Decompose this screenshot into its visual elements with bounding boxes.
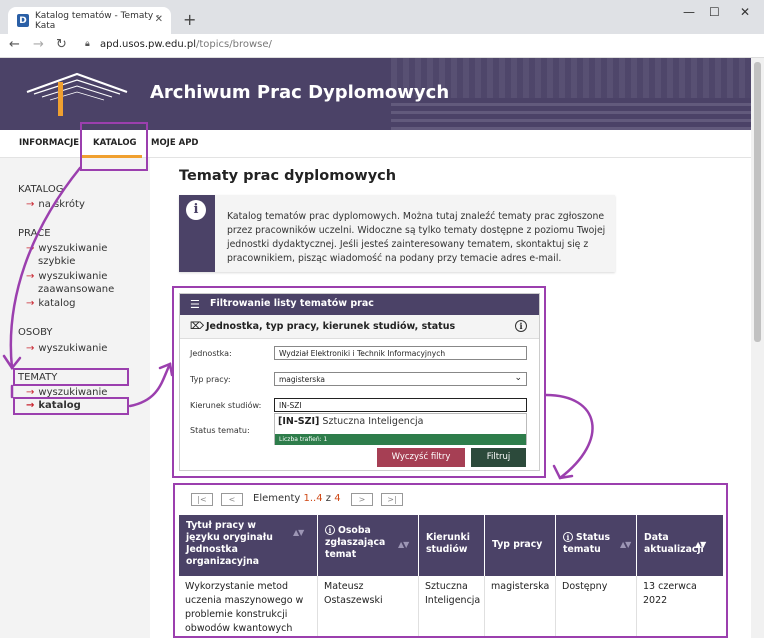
- annotation-arrows: [2, 166, 594, 480]
